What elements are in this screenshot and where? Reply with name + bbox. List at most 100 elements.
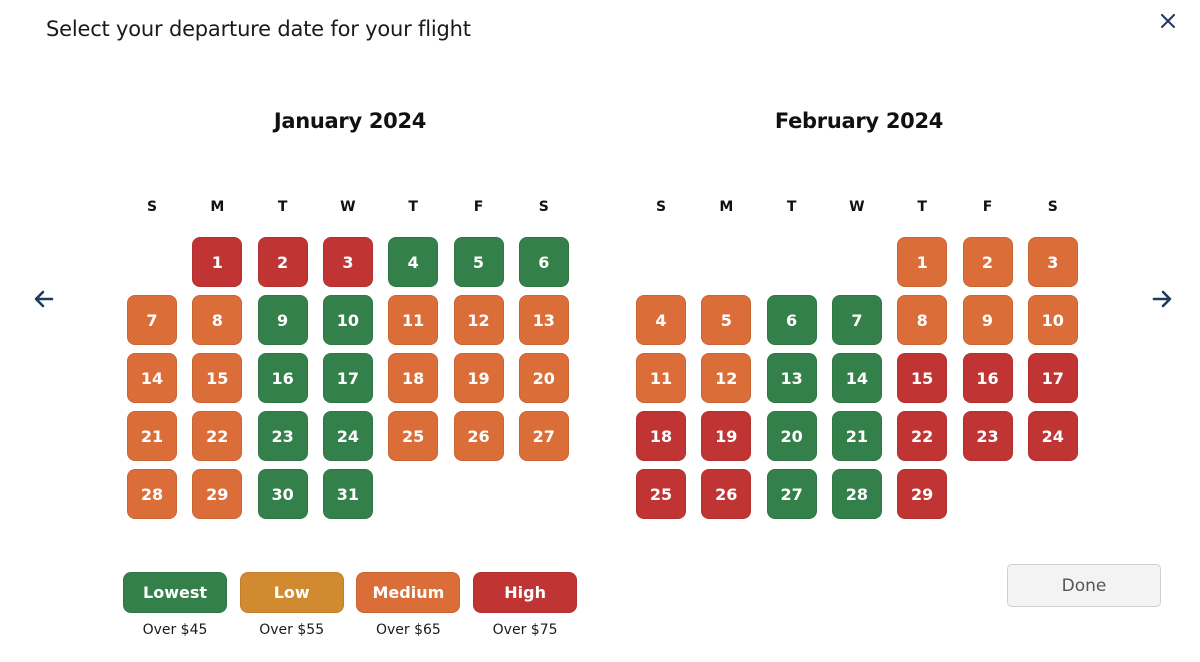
dialog-title: Select your departure date for your flig…: [46, 17, 471, 41]
day-cell-medium[interactable]: 21: [127, 411, 177, 461]
next-month-button[interactable]: [1148, 285, 1176, 313]
weekday-label: S: [1047, 199, 1058, 215]
month-title: January 2024: [273, 109, 427, 133]
day-cell-medium[interactable]: 8: [192, 295, 243, 345]
weekday-label: S: [538, 199, 549, 215]
day-cell-lowest[interactable]: 13: [766, 353, 817, 403]
day-cell-medium[interactable]: 1: [897, 237, 948, 287]
day-cell-medium[interactable]: 20: [518, 353, 569, 403]
legend-chip: High: [473, 572, 578, 613]
day-cell-medium[interactable]: 8: [897, 295, 948, 345]
day-cell-high[interactable]: 19: [701, 411, 752, 461]
day-cell-medium[interactable]: 4: [636, 295, 686, 345]
weekday-label: W: [340, 199, 356, 215]
calendar-grid: 1 2 3 4 5 6 7 8 9 10 11 12 13 14 15 16 17 18 19 20 21 22 23 24 2…: [120, 237, 580, 537]
legend-chip: Low: [239, 572, 344, 613]
weekday-label: S: [655, 199, 667, 215]
legend-chip: Lowest: [123, 572, 227, 613]
day-cell-medium[interactable]: 13: [518, 295, 569, 345]
day-cell-medium[interactable]: 29: [192, 469, 243, 519]
weekday-label: F: [473, 199, 484, 215]
legend-item-lowest: Lowest Over $45: [123, 572, 227, 638]
done-button[interactable]: Done: [1007, 564, 1161, 607]
close-icon: [1161, 14, 1175, 28]
day-cell-medium[interactable]: 10: [1027, 295, 1078, 345]
month-title: February 2024: [774, 109, 944, 133]
legend-item-medium: Medium Over $65: [356, 572, 461, 638]
day-cell-lowest[interactable]: 28: [831, 469, 882, 519]
legend-caption: Over $65: [375, 622, 441, 638]
day-cell-high[interactable]: 15: [897, 353, 948, 403]
day-cell-medium[interactable]: 19: [453, 353, 504, 403]
day-cell-medium[interactable]: 15: [192, 353, 243, 403]
calendar-grid: 1 2 3 4 5 6 7 8 9 10 11 12 13 14 15 16 17 18 19 20 21 22 23 24 2…: [629, 237, 1089, 537]
day-cell-medium[interactable]: 9: [962, 295, 1013, 345]
weekday-label: T: [786, 199, 797, 215]
day-cell-lowest[interactable]: 23: [257, 411, 308, 461]
day-cell-lowest[interactable]: 24: [322, 411, 373, 461]
day-cell-medium[interactable]: 28: [127, 469, 177, 519]
day-cell-high[interactable]: 22: [897, 411, 948, 461]
day-cell-high[interactable]: 26: [701, 469, 752, 519]
day-cell-high[interactable]: 23: [962, 411, 1013, 461]
day-cell-high[interactable]: 17: [1027, 353, 1078, 403]
weekday-label: T: [277, 199, 288, 215]
day-cell-lowest[interactable]: 27: [766, 469, 817, 519]
legend-caption: Over $75: [492, 622, 558, 638]
month-february: February 2024 SMTWTFS 1 2 3 4 5 6 7 8 9 10 11 12 13 1…: [629, 105, 1089, 519]
weekday-label: T: [408, 199, 418, 215]
day-cell-medium[interactable]: 22: [192, 411, 243, 461]
day-cell-high[interactable]: 3: [322, 237, 373, 287]
weekday-label: W: [849, 199, 865, 215]
day-cell-high[interactable]: 16: [962, 353, 1013, 403]
legend-item-high: High Over $75: [473, 572, 578, 638]
day-cell-lowest[interactable]: 4: [388, 237, 439, 287]
weekday-label: S: [146, 199, 158, 215]
day-cell-medium[interactable]: 11: [636, 353, 686, 403]
day-cell-medium[interactable]: 12: [453, 295, 504, 345]
day-cell-lowest[interactable]: 10: [322, 295, 373, 345]
weekday-label: T: [917, 199, 927, 215]
day-cell-lowest[interactable]: 21: [831, 411, 882, 461]
day-cell-medium[interactable]: 11: [388, 295, 439, 345]
weekday-label: M: [719, 199, 734, 215]
day-cell-lowest[interactable]: 14: [831, 353, 882, 403]
day-cell-lowest[interactable]: 5: [453, 237, 504, 287]
day-cell-high[interactable]: 25: [636, 469, 686, 519]
day-cell-lowest[interactable]: 16: [257, 353, 308, 403]
day-cell-lowest[interactable]: 17: [322, 353, 373, 403]
day-cell-lowest[interactable]: 30: [257, 469, 308, 519]
day-cell-medium[interactable]: 3: [1027, 237, 1078, 287]
day-cell-lowest[interactable]: 7: [831, 295, 882, 345]
day-cell-medium[interactable]: 7: [127, 295, 177, 345]
previous-month-button[interactable]: [30, 285, 58, 313]
day-cell-high[interactable]: 24: [1027, 411, 1078, 461]
day-cell-lowest[interactable]: 31: [322, 469, 373, 519]
legend-caption: Over $55: [259, 622, 325, 638]
day-cell-medium[interactable]: 25: [388, 411, 439, 461]
day-cell-medium[interactable]: 14: [127, 353, 177, 403]
day-cell-lowest[interactable]: 20: [766, 411, 817, 461]
day-cell-high[interactable]: 18: [636, 411, 686, 461]
day-cell-lowest[interactable]: 9: [257, 295, 308, 345]
day-cell-high[interactable]: 29: [897, 469, 948, 519]
day-cell-medium[interactable]: 2: [962, 237, 1013, 287]
day-cell-high[interactable]: 2: [257, 237, 308, 287]
day-cell-medium[interactable]: 12: [701, 353, 752, 403]
day-cell-medium[interactable]: 26: [453, 411, 504, 461]
day-cell-high[interactable]: 1: [192, 237, 243, 287]
weekday-header: SMTWTFS: [120, 199, 580, 219]
arrow-left-icon: [34, 290, 54, 308]
legend-caption: Over $45: [142, 622, 208, 638]
legend-chip: Medium: [356, 572, 461, 613]
month-january: January 2024 SMTWTFS 1 2 3 4 5 6 7 8 9 10 11 12 13 14…: [120, 105, 580, 519]
legend-item-low: Low Over $55: [239, 572, 344, 638]
weekday-label: M: [210, 199, 225, 215]
day-cell-lowest[interactable]: 6: [766, 295, 817, 345]
close-button[interactable]: [1155, 8, 1181, 34]
arrow-right-icon: [1152, 290, 1172, 308]
day-cell-medium[interactable]: 5: [701, 295, 752, 345]
day-cell-medium[interactable]: 27: [518, 411, 569, 461]
day-cell-medium[interactable]: 18: [388, 353, 439, 403]
day-cell-lowest[interactable]: 6: [518, 237, 569, 287]
